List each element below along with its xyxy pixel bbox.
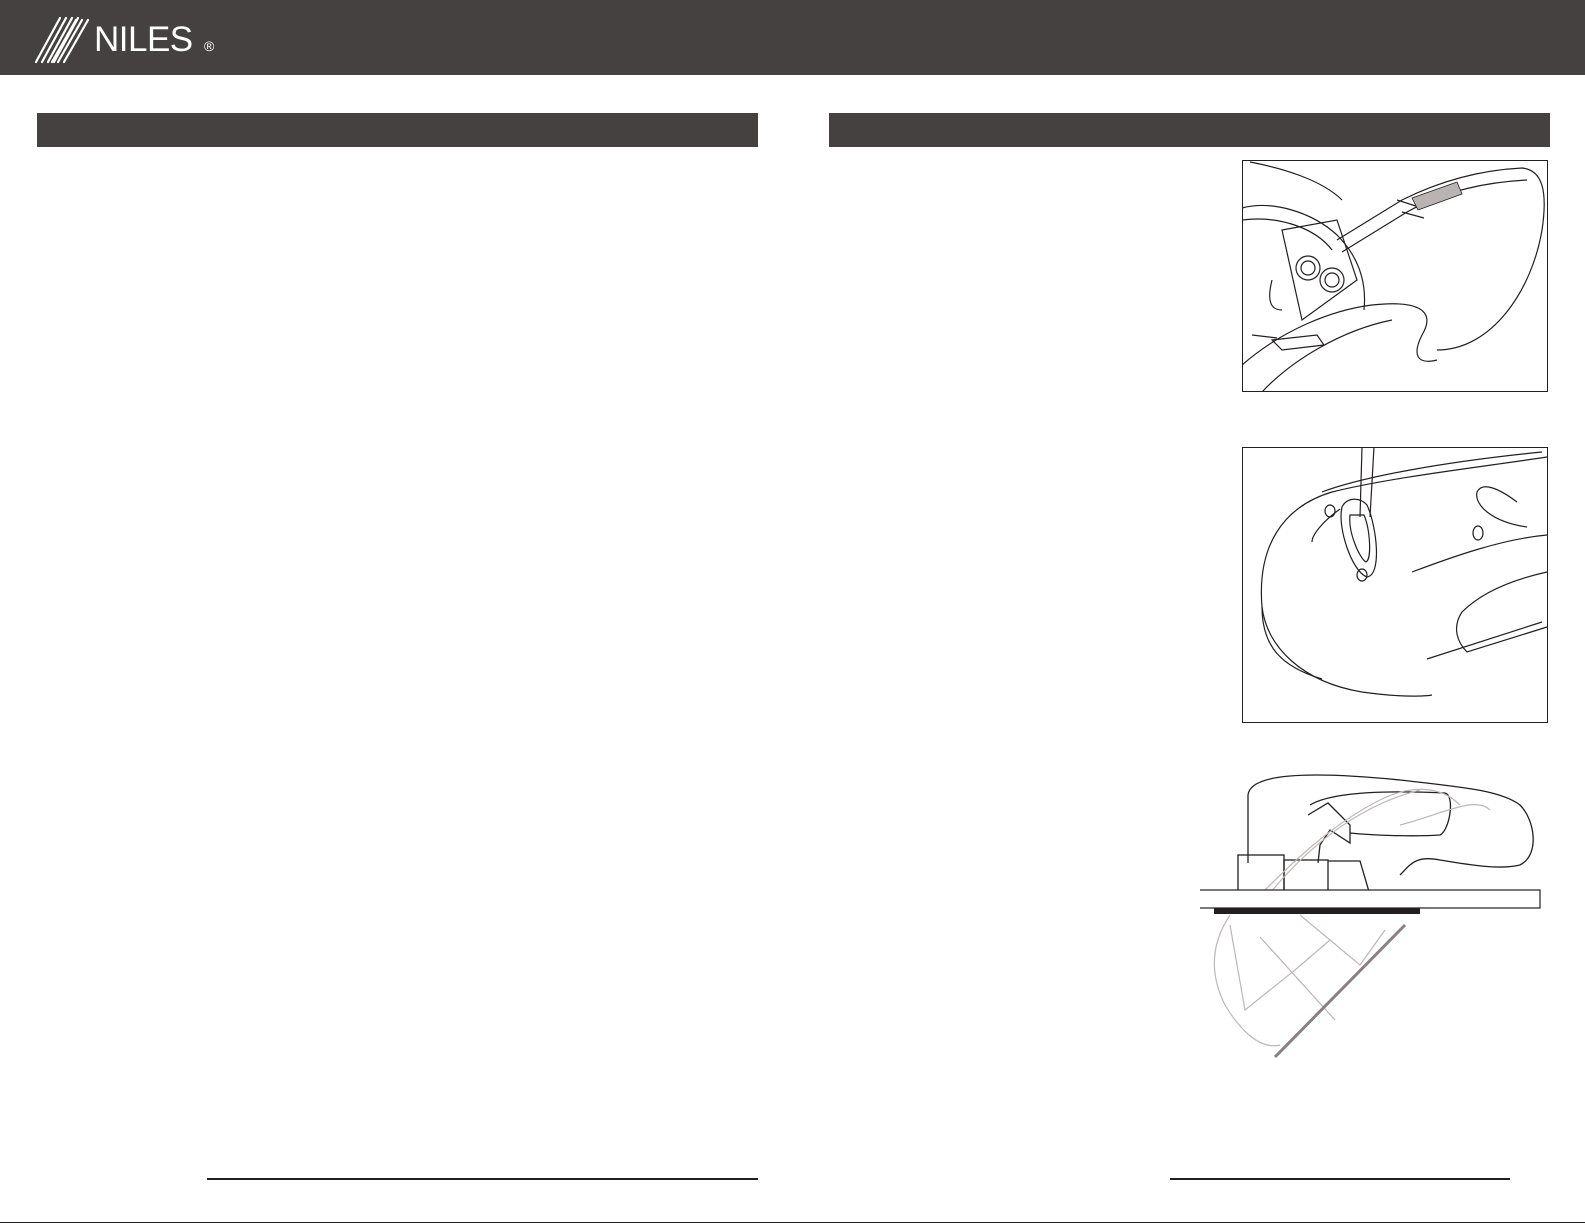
section-header-right <box>829 113 1550 147</box>
installation-section-illustration <box>1200 774 1541 1059</box>
wiring-illustration <box>1242 160 1548 392</box>
page-edge-line <box>0 1222 1585 1223</box>
section-header-left <box>37 113 758 147</box>
niles-slash-logo-icon <box>34 16 90 64</box>
footer-rule-left <box>207 1178 758 1180</box>
brand-logo: NILES ® <box>34 14 224 64</box>
brand-name: NILES <box>94 20 193 59</box>
registered-mark: ® <box>204 38 215 54</box>
footer-rule-right <box>1170 1178 1510 1180</box>
header-bar: NILES ® <box>0 0 1585 75</box>
mounting-illustration <box>1242 447 1548 723</box>
